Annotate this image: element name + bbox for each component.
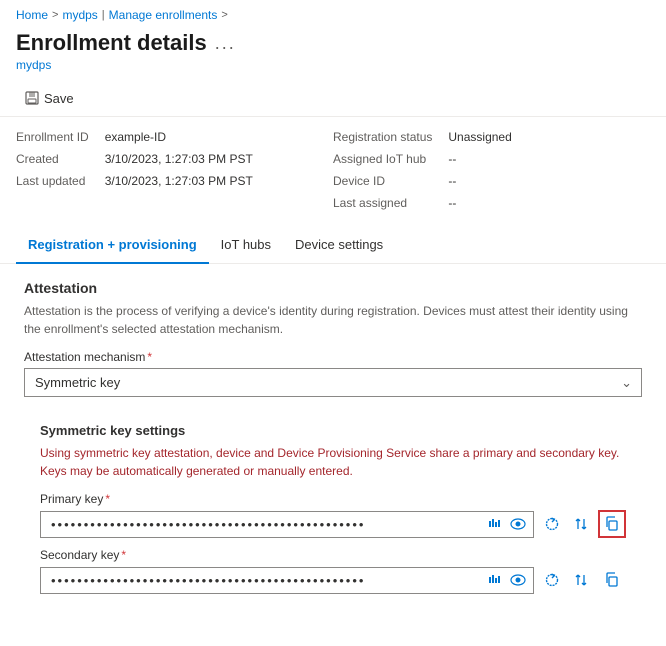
- last-assigned-value: --: [448, 193, 650, 213]
- mechanism-select-wrapper: Symmetric key: [24, 368, 642, 397]
- attestation-desc: Attestation is the process of verifying …: [24, 302, 642, 338]
- info-right: Registration status Unassigned Assigned …: [333, 127, 650, 213]
- breadcrumb-sep1: >: [52, 9, 58, 21]
- enrollment-id-value: example-ID: [105, 127, 333, 147]
- tabs: Registration + provisioning IoT hubs Dev…: [0, 227, 666, 264]
- reg-status-label: Registration status: [333, 127, 432, 147]
- secondary-key-regenerate-button[interactable]: [538, 566, 566, 594]
- info-left: Enrollment ID example-ID Created 3/10/20…: [16, 127, 333, 213]
- breadcrumb: Home > mydps | Manage enrollments >: [0, 0, 666, 26]
- bar-chart-icon-2: [488, 573, 502, 587]
- mechanism-label: Attestation mechanism*: [24, 350, 642, 364]
- primary-key-arrows-button[interactable]: [568, 510, 596, 538]
- eye-icon-2: [510, 574, 526, 586]
- secondary-key-arrows-button[interactable]: [568, 566, 596, 594]
- save-button[interactable]: Save: [16, 86, 82, 110]
- page-subtitle: mydps: [0, 56, 666, 80]
- secondary-key-bar-icon[interactable]: [486, 571, 504, 589]
- secondary-key-input-wrapper: [40, 567, 534, 594]
- secondary-key-eye-icon[interactable]: [508, 571, 528, 589]
- bar-chart-icon: [488, 517, 502, 531]
- regenerate-icon-2: [544, 572, 560, 588]
- eye-icon: [510, 518, 526, 530]
- created-value: 3/10/2023, 1:27:03 PM PST: [105, 149, 333, 169]
- primary-key-row: [40, 510, 626, 538]
- info-section: Enrollment ID example-ID Created 3/10/20…: [0, 117, 666, 223]
- breadcrumb-sep3: >: [221, 9, 227, 21]
- reg-status-value: Unassigned: [448, 127, 650, 147]
- page-options-button[interactable]: ...: [215, 33, 236, 54]
- copy-icon-2: [604, 572, 620, 588]
- page-header: Enrollment details ...: [0, 26, 666, 56]
- created-label: Created: [16, 149, 89, 169]
- assigned-iot-label: Assigned IoT hub: [333, 149, 432, 169]
- enrollment-id-label: Enrollment ID: [16, 127, 89, 147]
- breadcrumb-sep2: |: [102, 9, 105, 21]
- content-area: Attestation Attestation is the process o…: [0, 264, 666, 638]
- regenerate-icon: [544, 516, 560, 532]
- primary-key-input-wrapper: [40, 511, 534, 538]
- breadcrumb-manage[interactable]: Manage enrollments: [109, 8, 218, 22]
- sym-key-desc: Using symmetric key attestation, device …: [40, 444, 626, 480]
- assigned-iot-value: --: [448, 149, 650, 169]
- secondary-key-input-icons: [486, 571, 528, 589]
- primary-key-actions: [538, 510, 626, 538]
- page-title: Enrollment details: [16, 30, 207, 56]
- breadcrumb-home[interactable]: Home: [16, 8, 48, 22]
- toolbar: Save: [0, 80, 666, 117]
- secondary-key-copy-button[interactable]: [598, 566, 626, 594]
- mechanism-select[interactable]: Symmetric key: [24, 368, 642, 397]
- secondary-key-actions: [538, 566, 626, 594]
- device-id-label: Device ID: [333, 171, 432, 191]
- last-assigned-label: Last assigned: [333, 193, 432, 213]
- tab-device-settings[interactable]: Device settings: [283, 227, 395, 264]
- mechanism-required: *: [147, 350, 152, 364]
- sym-key-section: Symmetric key settings Using symmetric k…: [24, 411, 642, 610]
- primary-key-copy-button[interactable]: [598, 510, 626, 538]
- primary-key-bar-icon[interactable]: [486, 515, 504, 533]
- tab-iot-hubs[interactable]: IoT hubs: [209, 227, 283, 264]
- primary-key-eye-icon[interactable]: [508, 515, 528, 533]
- save-label: Save: [44, 91, 74, 106]
- attestation-title: Attestation: [24, 280, 642, 296]
- last-updated-value: 3/10/2023, 1:27:03 PM PST: [105, 171, 333, 191]
- secondary-key-input[interactable]: [40, 567, 534, 594]
- attestation-section: Attestation Attestation is the process o…: [24, 280, 642, 397]
- tab-registration[interactable]: Registration + provisioning: [16, 227, 209, 264]
- sym-key-title: Symmetric key settings: [40, 423, 626, 438]
- secondary-key-label: Secondary key*: [40, 548, 626, 562]
- copy-icon: [604, 516, 620, 532]
- primary-key-regenerate-button[interactable]: [538, 510, 566, 538]
- primary-key-required: *: [105, 492, 110, 506]
- save-icon: [24, 90, 40, 106]
- primary-key-input[interactable]: [40, 511, 534, 538]
- primary-key-input-icons: [486, 515, 528, 533]
- device-id-value: --: [448, 171, 650, 191]
- secondary-key-row: [40, 566, 626, 594]
- primary-key-label: Primary key*: [40, 492, 626, 506]
- arrows-icon-2: [574, 572, 590, 588]
- breadcrumb-mydps[interactable]: mydps: [62, 8, 97, 22]
- arrows-icon: [574, 516, 590, 532]
- secondary-key-required: *: [121, 548, 126, 562]
- last-updated-label: Last updated: [16, 171, 89, 191]
